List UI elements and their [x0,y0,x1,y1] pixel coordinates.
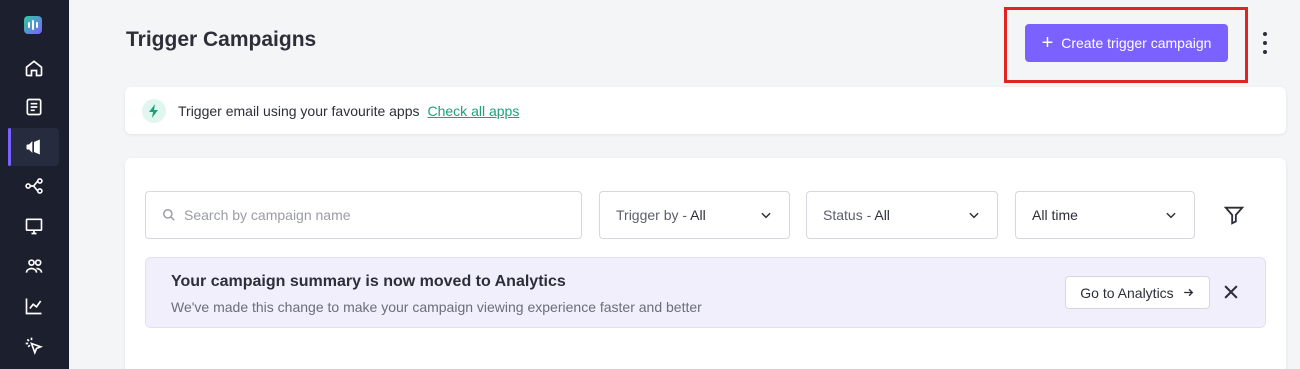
sidebar [0,0,69,369]
go-to-analytics-button[interactable]: Go to Analytics [1065,276,1210,309]
sidebar-item-workflows[interactable] [8,167,59,205]
search-box[interactable] [145,191,582,239]
search-input[interactable] [184,207,564,223]
sidebar-item-contacts[interactable] [8,247,59,285]
sidebar-item-tracking[interactable] [8,327,59,365]
chevron-down-icon [761,212,771,219]
trigger-by-label: Trigger by - [616,207,691,223]
sidebar-item-campaigns-list[interactable] [8,88,59,126]
users-icon [25,259,42,273]
status-dropdown[interactable]: Status - All [806,191,998,239]
megaphone-icon [26,139,40,155]
home-icon [25,60,42,77]
analytics-icon [25,298,41,315]
analytics-notice: Your campaign summary is now moved to An… [145,257,1266,328]
status-value: All [874,207,890,223]
plus-icon: + [1041,32,1054,54]
document-icon [26,98,41,116]
more-options-icon[interactable] [1258,32,1272,54]
filter-icon[interactable] [1223,204,1245,226]
create-trigger-campaign-button[interactable]: + Create trigger campaign [1025,24,1228,62]
app-logo[interactable] [24,16,42,34]
cursor-click-icon [25,337,43,356]
sidebar-item-home[interactable] [8,49,59,87]
sidebar-item-campaigns[interactable] [8,128,59,166]
sidebar-item-analytics[interactable] [8,287,59,325]
lightning-icon [142,98,166,123]
trigger-by-value: All [690,207,706,223]
notice-title: Your campaign summary is now moved to An… [171,273,566,290]
check-all-apps-link[interactable]: Check all apps [428,103,520,119]
arrow-right-icon [1183,288,1193,297]
info-banner: Trigger email using your favourite apps … [125,87,1286,134]
info-text: Trigger email using your favourite apps [178,102,420,119]
workflow-icon [24,178,43,194]
create-button-label: Create trigger campaign [1061,35,1212,51]
monitor-icon [25,218,42,235]
chevron-down-icon [969,212,979,219]
time-range-dropdown[interactable]: All time [1015,191,1195,239]
close-icon[interactable] [1221,282,1241,302]
notice-subtitle: We've made this change to make your camp… [171,299,702,315]
go-to-analytics-label: Go to Analytics [1080,284,1174,301]
sidebar-item-landing-pages[interactable] [8,207,59,245]
chevron-down-icon [1166,212,1176,219]
campaigns-panel: Trigger by - All Status - All All time Y… [125,158,1286,369]
status-label: Status - [823,207,875,223]
page-title: Trigger Campaigns [126,28,317,51]
trigger-by-dropdown[interactable]: Trigger by - All [599,191,790,239]
time-range-value: All time [1032,207,1078,223]
search-icon [163,209,175,221]
